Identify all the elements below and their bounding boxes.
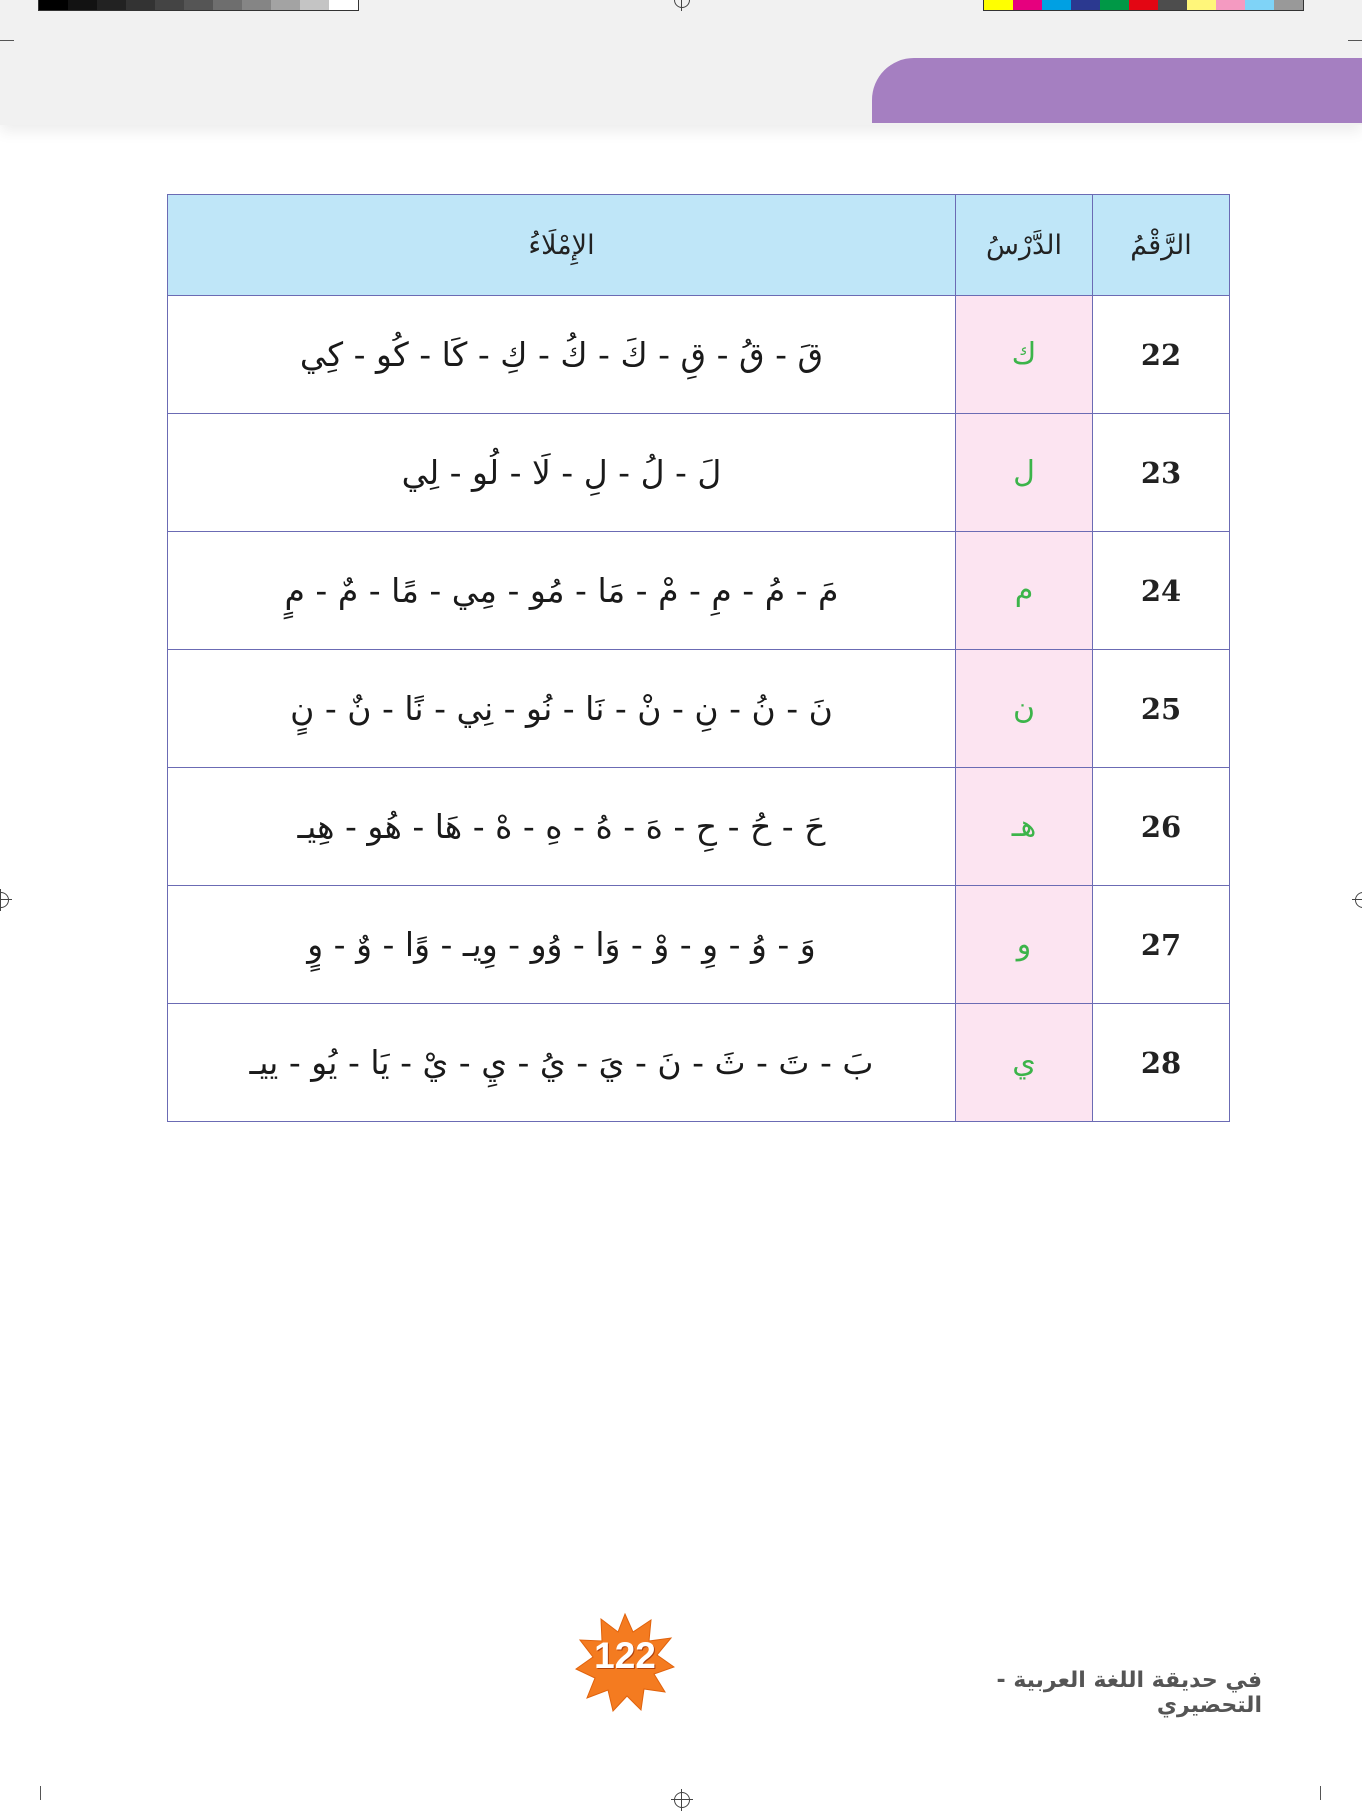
table-row: 24 م مَ - مُ - مِ - مْ - مَا - مُو - مِي…: [167, 531, 1230, 650]
page-number: 122: [594, 1635, 656, 1676]
table-row: 26 هـ حَ - حُ - حِ - هَ - هُ - هِ - هْ -…: [167, 767, 1230, 886]
gray-swatch: [155, 0, 184, 10]
crop-mark: [1348, 40, 1362, 41]
table-row: 23 ل لَ - لُ - لِ - لَا - لُو - لِي: [167, 413, 1230, 532]
header-lesson: الدَّرْسُ: [955, 194, 1093, 296]
crop-mark: [1320, 1786, 1321, 1800]
color-swatch: [1042, 0, 1071, 10]
row-lesson-letter: هـ: [955, 767, 1093, 886]
row-dictation: نَ - نُ - نِ - نْ - نَا - نُو - نِي - نً…: [167, 649, 956, 768]
crop-mark: [0, 40, 14, 41]
header-dictation: الإِمْلَاءُ: [167, 194, 956, 296]
gray-swatch: [126, 0, 155, 10]
row-dictation: بَ - تَ - ثَ - نَ - يَ - يُ - يِ - يْ - …: [167, 1003, 956, 1122]
gray-swatch: [213, 0, 242, 10]
row-number: 28: [1092, 1003, 1230, 1122]
print-color-bar: [983, 0, 1304, 11]
gray-swatch: [300, 0, 329, 10]
color-swatch: [1274, 0, 1303, 10]
row-lesson-letter: و: [955, 885, 1093, 1004]
row-dictation: وَ - وُ - وِ - وْ - وَا - وُو - وِيـ - و…: [167, 885, 956, 1004]
gray-swatch: [329, 0, 358, 10]
registration-mark-icon: [0, 889, 12, 911]
gray-swatch: [68, 0, 97, 10]
gray-swatch: [184, 0, 213, 10]
row-lesson-letter: ل: [955, 413, 1093, 532]
table-row: 22 ك قَ - قُ - قِ - كَ - كُ - كِ - كَا -…: [167, 295, 1230, 414]
book-title: في حديقة اللغة العربية - التحضيري: [996, 1668, 1262, 1718]
gray-swatch: [242, 0, 271, 10]
row-number: 22: [1092, 295, 1230, 414]
registration-mark-icon: [1352, 892, 1362, 908]
row-lesson-letter: م: [955, 531, 1093, 650]
color-swatch: [1013, 0, 1042, 10]
table-header-row: الرَّقْمُ الدَّرْسُ الإِمْلَاءُ: [167, 194, 1230, 296]
gray-swatch: [39, 0, 68, 10]
row-dictation: مَ - مُ - مِ - مْ - مَا - مُو - مِي - مً…: [167, 531, 956, 650]
row-dictation: قَ - قُ - قِ - كَ - كُ - كِ - كَا - كُو …: [167, 295, 956, 414]
row-lesson-letter: ك: [955, 295, 1093, 414]
color-swatch: [1129, 0, 1158, 10]
row-lesson-letter: ن: [955, 649, 1093, 768]
header-number: الرَّقْمُ: [1092, 194, 1230, 296]
color-swatch: [1245, 0, 1274, 10]
table-row: 25 ن نَ - نُ - نِ - نْ - نَا - نُو - نِي…: [167, 649, 1230, 768]
row-number: 25: [1092, 649, 1230, 768]
row-number: 24: [1092, 531, 1230, 650]
row-dictation: لَ - لُ - لِ - لَا - لُو - لِي: [167, 413, 956, 532]
row-dictation: حَ - حُ - حِ - هَ - هُ - هِ - هْ - هَا -…: [167, 767, 956, 886]
registration-mark-icon: [671, 1789, 693, 1811]
gray-swatch: [97, 0, 126, 10]
color-swatch: [1216, 0, 1245, 10]
row-number: 26: [1092, 767, 1230, 886]
dictation-table: الرَّقْمُ الدَّرْسُ الإِمْلَاءُ 22 ك قَ …: [167, 194, 1230, 1122]
crop-mark: [40, 1786, 41, 1800]
table-row: 27 و وَ - وُ - وِ - وْ - وَا - وُو - وِي…: [167, 885, 1230, 1004]
color-swatch: [1187, 0, 1216, 10]
color-swatch: [1071, 0, 1100, 10]
print-gray-scale-bar: [38, 0, 359, 11]
color-swatch: [984, 0, 1013, 10]
row-number: 27: [1092, 885, 1230, 1004]
row-lesson-letter: ي: [955, 1003, 1093, 1122]
color-swatch: [1100, 0, 1129, 10]
gray-swatch: [271, 0, 300, 10]
header-tab: [872, 58, 1362, 123]
row-number: 23: [1092, 413, 1230, 532]
table-row: 28 ي بَ - تَ - ثَ - نَ - يَ - يُ - يِ - …: [167, 1003, 1230, 1122]
color-swatch: [1158, 0, 1187, 10]
